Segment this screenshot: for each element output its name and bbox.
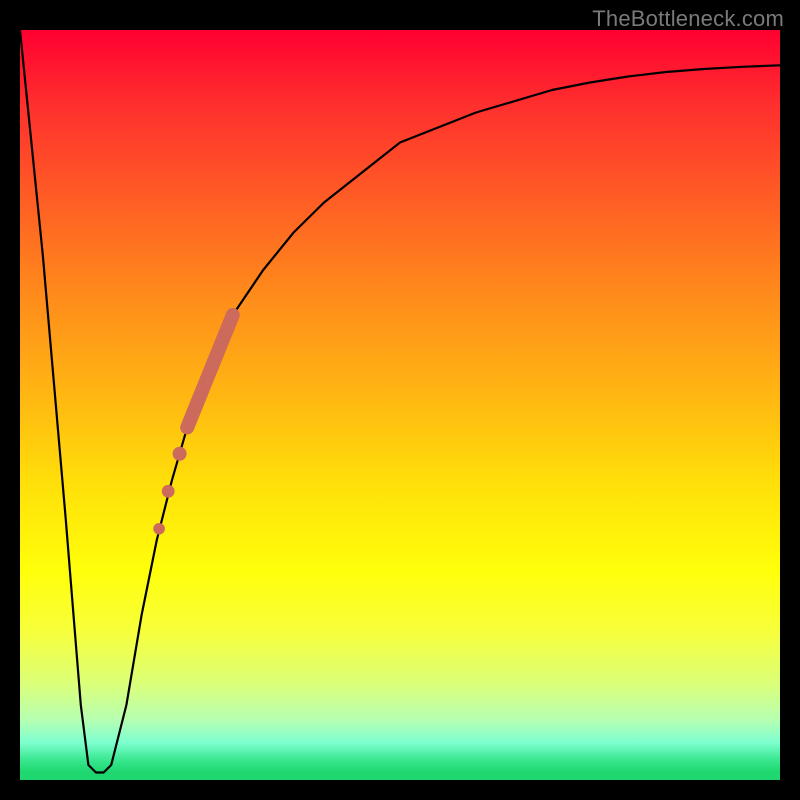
highlight-dots [153, 447, 186, 535]
chart-frame: TheBottleneck.com [0, 0, 800, 800]
highlight-dot [162, 485, 175, 498]
highlight-segment [187, 315, 233, 428]
highlight-dot [153, 523, 165, 535]
highlight-dot [173, 447, 187, 461]
plot-area [20, 30, 780, 780]
watermark-text: TheBottleneck.com [592, 6, 784, 32]
bottleneck-curve [20, 30, 780, 773]
chart-svg [20, 30, 780, 780]
